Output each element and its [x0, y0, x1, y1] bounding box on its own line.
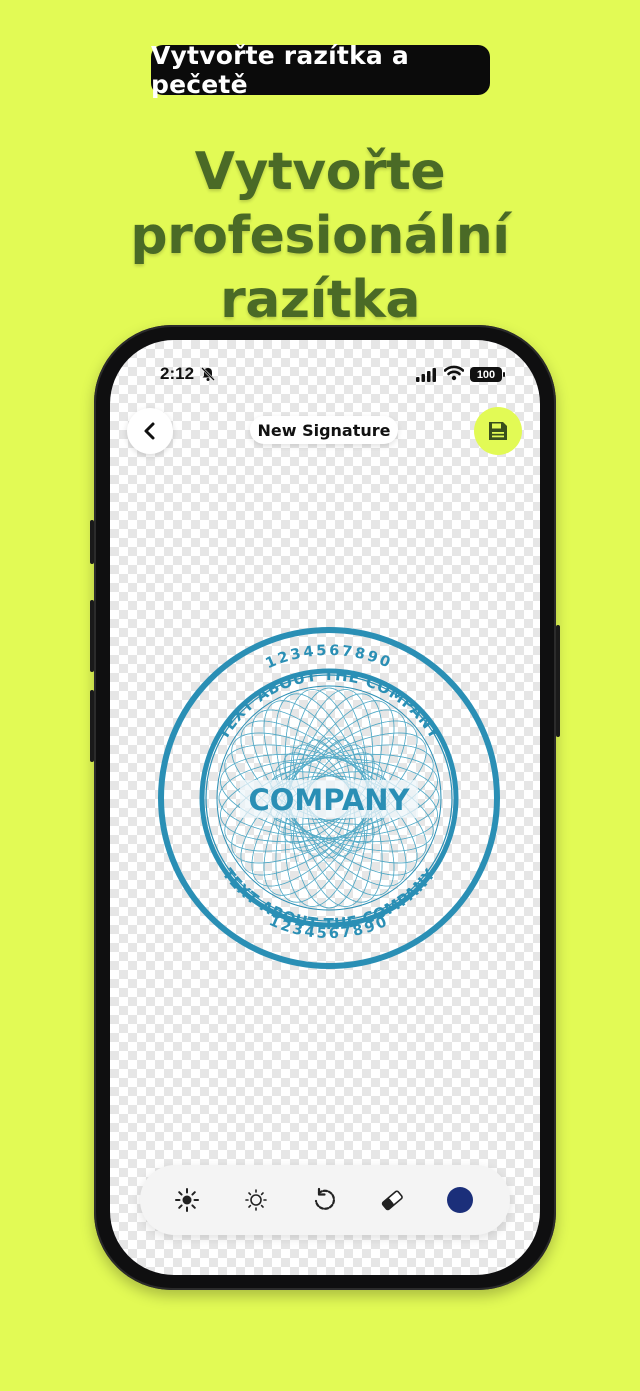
chevron-left-icon — [144, 422, 155, 440]
phone-action-button — [90, 520, 94, 564]
battery-level: 100 — [476, 368, 496, 381]
back-button[interactable] — [127, 408, 173, 454]
svg-text:TEXT ABOUT THE COMPANY: TEXT ABOUT THE COMPANY — [214, 666, 444, 743]
page-headline: Vytvořte profesionální razítka — [0, 140, 640, 332]
color-picker-button[interactable] — [445, 1185, 475, 1215]
stamp-inner-ring-top-text: TEXT ABOUT THE COMPANY — [214, 666, 443, 743]
phone-volume-down — [90, 690, 94, 762]
eraser-icon — [381, 1190, 403, 1211]
editor-title-label: New Signature — [257, 420, 391, 440]
status-bar: 2:12 100 — [110, 340, 540, 400]
eraser-button[interactable] — [377, 1185, 407, 1215]
contrast-icon — [245, 1189, 267, 1211]
save-button[interactable] — [474, 407, 522, 455]
company-stamp[interactable]: 1234567890 1234567890 TEXT ABOUT THE COM… — [156, 625, 502, 971]
brightness-button[interactable] — [172, 1185, 202, 1215]
edit-toolbar — [140, 1165, 510, 1235]
signal-icon — [416, 368, 436, 382]
floppy-disk-icon — [489, 422, 507, 440]
rotate-icon — [314, 1187, 335, 1210]
headline-line-1: Vytvořte profesionální — [130, 142, 510, 266]
editor-title: New Signature — [250, 416, 398, 444]
feature-banner: Vytvořte razítka a pečetě — [151, 41, 490, 99]
brightness-icon — [175, 1188, 199, 1212]
rotate-button[interactable] — [309, 1185, 339, 1215]
phone-volume-up — [90, 600, 94, 672]
phone-screen: 2:12 100 New Signature 1234567890 123456… — [110, 340, 540, 1275]
battery-icon: 100 — [470, 367, 505, 382]
status-time: 2:12 — [160, 364, 195, 383]
contrast-button[interactable] — [241, 1185, 271, 1215]
feature-banner-label: Vytvořte razítka a pečetě — [151, 41, 409, 99]
headline-line-2: razítka — [220, 270, 420, 330]
phone-power-button — [556, 625, 560, 737]
stamp-center-text: COMPANY — [248, 783, 410, 817]
silent-bell-icon — [201, 367, 215, 381]
selected-color-swatch — [447, 1187, 473, 1213]
wifi-icon — [444, 365, 464, 381]
